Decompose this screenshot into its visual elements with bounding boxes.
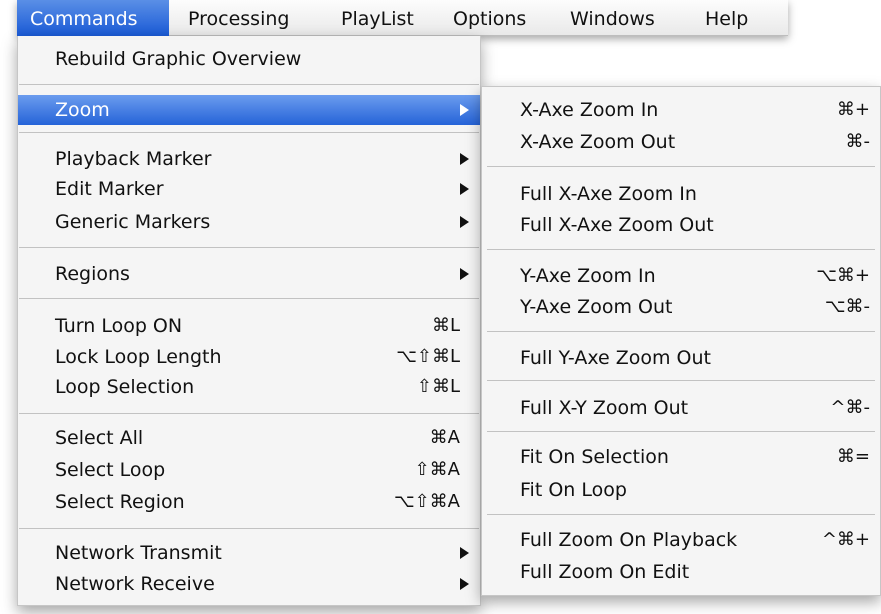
menu-separator — [487, 331, 875, 332]
menu-item-y-axe-zoom-out[interactable]: Y-Axe Zoom Out ⌥⌘- — [482, 292, 880, 322]
menu-item-label: Fit On Selection — [520, 446, 669, 468]
menu-item-shortcut: ⌥⌘- — [824, 296, 870, 317]
submenu-arrow-icon — [460, 183, 469, 195]
menu-item-shortcut: ⇧⌘L — [416, 376, 460, 397]
menu-item-shortcut: ^⌘+ — [821, 529, 870, 550]
menu-item-lock-loop-length[interactable]: Lock Loop Length ⌥⇧⌘L — [18, 342, 480, 372]
menu-item-select-loop[interactable]: Select Loop ⇧⌘A — [18, 455, 480, 485]
menu-item-label: X-Axe Zoom In — [520, 99, 659, 121]
menu-separator — [487, 380, 875, 381]
submenu-arrow-icon — [460, 153, 469, 165]
submenu-arrow-icon — [460, 578, 469, 590]
menu-item-select-all[interactable]: Select All ⌘A — [18, 423, 480, 453]
menu-item-label: Full Zoom On Edit — [520, 561, 690, 583]
menu-item-label: Playback Marker — [55, 148, 212, 170]
menu-item-label: Select Region — [55, 491, 185, 513]
submenu-arrow-icon — [460, 547, 469, 559]
menu-item-label: Full X-Axe Zoom In — [520, 183, 697, 205]
menu-item-label: Network Transmit — [55, 542, 222, 564]
menu-item-label: X-Axe Zoom Out — [520, 131, 676, 153]
menu-item-shortcut: ⇧⌘A — [414, 459, 460, 480]
menu-item-shortcut: ⌥⌘+ — [816, 265, 870, 286]
submenu-arrow-icon — [460, 216, 469, 228]
menu-bar: Commands Processing PlayList Options Win… — [17, 0, 788, 36]
submenu-arrow-icon — [460, 104, 469, 116]
menubar-options[interactable]: Options — [453, 0, 526, 36]
menu-item-select-region[interactable]: Select Region ⌥⇧⌘A — [18, 487, 480, 517]
menu-item-loop-selection[interactable]: Loop Selection ⇧⌘L — [18, 372, 480, 402]
menu-separator — [19, 247, 479, 248]
menu-separator — [487, 514, 875, 515]
menu-item-shortcut: ⌥⇧⌘A — [393, 491, 460, 512]
menu-item-label: Full X-Axe Zoom Out — [520, 214, 714, 236]
menu-item-label: Full X-Y Zoom Out — [520, 397, 689, 419]
menu-item-zoom[interactable]: Zoom — [18, 95, 480, 125]
menubar-commands[interactable]: Commands — [17, 0, 169, 36]
menu-item-generic-markers[interactable]: Generic Markers — [18, 207, 480, 237]
menu-item-shortcut: ⌘A — [429, 427, 460, 448]
menu-item-y-axe-zoom-in[interactable]: Y-Axe Zoom In ⌥⌘+ — [482, 261, 880, 291]
menu-item-shortcut: ⌘L — [431, 315, 460, 336]
menu-item-label: Full Y-Axe Zoom Out — [520, 347, 711, 369]
menu-item-label: Y-Axe Zoom Out — [520, 296, 673, 318]
menu-item-x-axe-zoom-in[interactable]: X-Axe Zoom In ⌘+ — [482, 95, 880, 125]
menu-item-full-zoom-on-playback[interactable]: Full Zoom On Playback ^⌘+ — [482, 525, 880, 555]
menu-item-shortcut: ⌘+ — [836, 99, 870, 120]
menu-item-network-transmit[interactable]: Network Transmit — [18, 538, 480, 568]
menu-item-label: Select Loop — [55, 459, 166, 481]
commands-menu: Rebuild Graphic Overview Zoom Playback M… — [17, 36, 481, 606]
menu-item-full-y-axe-zoom-out[interactable]: Full Y-Axe Zoom Out — [482, 343, 880, 373]
menu-item-label: Fit On Loop — [520, 479, 627, 501]
menu-item-full-x-axe-zoom-out[interactable]: Full X-Axe Zoom Out — [482, 210, 880, 240]
menu-item-edit-marker[interactable]: Edit Marker — [18, 174, 480, 204]
menubar-windows[interactable]: Windows — [570, 0, 655, 36]
menu-item-label: Select All — [55, 427, 144, 449]
menu-item-label: Network Receive — [55, 573, 215, 595]
menu-item-label: Zoom — [55, 99, 110, 121]
zoom-submenu: X-Axe Zoom In ⌘+ X-Axe Zoom Out ⌘- Full … — [481, 86, 881, 596]
menu-separator — [19, 528, 479, 529]
menu-item-shortcut: ⌘= — [836, 446, 870, 467]
menu-item-regions[interactable]: Regions — [18, 259, 480, 289]
menu-item-shortcut: ⌘- — [845, 131, 871, 152]
menu-item-label: Lock Loop Length — [55, 346, 222, 368]
menu-item-label: Regions — [55, 263, 130, 285]
menu-separator — [19, 84, 479, 85]
menu-item-network-receive[interactable]: Network Receive — [18, 569, 480, 599]
menu-item-playback-marker[interactable]: Playback Marker — [18, 144, 480, 174]
menu-item-full-x-y-zoom-out[interactable]: Full X-Y Zoom Out ^⌘- — [482, 393, 880, 423]
menu-item-label: Turn Loop ON — [55, 315, 183, 337]
menu-item-shortcut: ^⌘- — [830, 397, 870, 418]
menu-item-fit-on-selection[interactable]: Fit On Selection ⌘= — [482, 442, 880, 472]
menu-separator — [19, 298, 479, 299]
menu-item-turn-loop-on[interactable]: Turn Loop ON ⌘L — [18, 311, 480, 341]
menubar-processing[interactable]: Processing — [188, 0, 289, 36]
menu-separator — [487, 166, 875, 167]
menu-separator — [19, 413, 479, 414]
menu-separator — [487, 249, 875, 250]
menu-item-full-x-axe-zoom-in[interactable]: Full X-Axe Zoom In — [482, 179, 880, 209]
menu-item-label: Rebuild Graphic Overview — [55, 48, 302, 70]
menubar-help[interactable]: Help — [705, 0, 748, 36]
menu-item-fit-on-loop[interactable]: Fit On Loop — [482, 475, 880, 505]
menu-separator — [19, 132, 479, 133]
menu-item-shortcut: ⌥⇧⌘L — [396, 346, 460, 367]
menu-item-label: Full Zoom On Playback — [520, 529, 738, 551]
menu-item-full-zoom-on-edit[interactable]: Full Zoom On Edit — [482, 557, 880, 587]
menu-separator — [487, 431, 875, 432]
menubar-playlist[interactable]: PlayList — [341, 0, 414, 36]
menu-item-label: Y-Axe Zoom In — [520, 265, 656, 287]
menu-item-label: Generic Markers — [55, 211, 211, 233]
menu-item-x-axe-zoom-out[interactable]: X-Axe Zoom Out ⌘- — [482, 127, 880, 157]
menu-item-rebuild-graphic-overview[interactable]: Rebuild Graphic Overview — [18, 44, 480, 74]
submenu-arrow-icon — [460, 268, 469, 280]
menu-item-label: Edit Marker — [55, 178, 164, 200]
menu-item-label: Loop Selection — [55, 376, 195, 398]
